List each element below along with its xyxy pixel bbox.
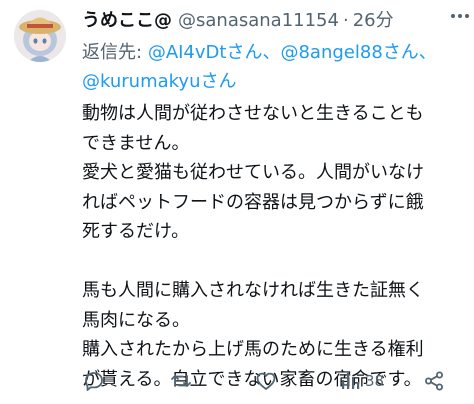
avatar[interactable] bbox=[14, 10, 66, 62]
more-icon[interactable] bbox=[448, 8, 472, 24]
tweet-text-line: ればペットフードの容器は見つからずに餓 bbox=[82, 191, 424, 213]
tweet[interactable]: うめここ@ @sanasana11154 · 26分 返信先: @AI4vDtさ… bbox=[0, 0, 474, 404]
tweet-content: うめここ@ @sanasana11154 · 26分 返信先: @AI4vDtさ… bbox=[82, 6, 462, 394]
tweet-text-blank-line bbox=[82, 247, 462, 277]
reply-to-line: 返信先: @AI4vDtさん、@8angel88さん、 @kurumakyuさん bbox=[82, 38, 462, 96]
reply-prefix: 返信先: bbox=[82, 42, 143, 63]
tweet-text-line: 馬肉になる。 bbox=[82, 309, 190, 331]
tweet-actions: 38 bbox=[82, 366, 454, 396]
share-icon bbox=[422, 369, 446, 393]
mention-link[interactable]: @8angel88さん、 bbox=[280, 42, 436, 63]
user-handle[interactable]: @sanasana11154 bbox=[178, 6, 339, 36]
views-button[interactable]: 38 bbox=[339, 366, 384, 396]
tweet-text-line: 動物は人間が従わさせないと生きることも bbox=[82, 103, 424, 124]
like-button[interactable] bbox=[254, 366, 278, 396]
tweet-header: うめここ@ @sanasana11154 · 26分 bbox=[82, 6, 462, 36]
mention-link[interactable]: @kurumakyuさん bbox=[82, 71, 237, 92]
share-button[interactable] bbox=[422, 366, 446, 396]
display-name[interactable]: うめここ@ bbox=[82, 6, 172, 36]
retweet-button[interactable] bbox=[169, 366, 193, 396]
retweet-icon bbox=[169, 369, 193, 393]
reply-icon bbox=[82, 369, 106, 393]
tweet-text-line: 愛犬と愛猫も従わせている。人間がいなけ bbox=[82, 162, 424, 183]
mention-link[interactable]: @AI4vDtさん、 bbox=[148, 42, 281, 63]
timestamp[interactable]: 26分 bbox=[353, 6, 394, 36]
tweet-text: 動物は人間が従わさせないと生きることも できません。 愛犬と愛猫も従わせている。… bbox=[82, 99, 462, 394]
tweet-text-line: 馬も人間に購入されなければ生きた証無く bbox=[82, 280, 424, 301]
reply-button[interactable] bbox=[82, 366, 106, 396]
views-count: 38 bbox=[365, 372, 385, 390]
tweet-text-line: 購入されたから上げ馬のために生きる権利 bbox=[82, 339, 424, 360]
views-icon bbox=[339, 369, 361, 393]
tweet-text-line: できません。 bbox=[82, 132, 190, 154]
like-icon bbox=[254, 369, 278, 393]
tweet-text-line: 死するだけ。 bbox=[82, 221, 190, 242]
separator-dot: · bbox=[342, 10, 349, 31]
